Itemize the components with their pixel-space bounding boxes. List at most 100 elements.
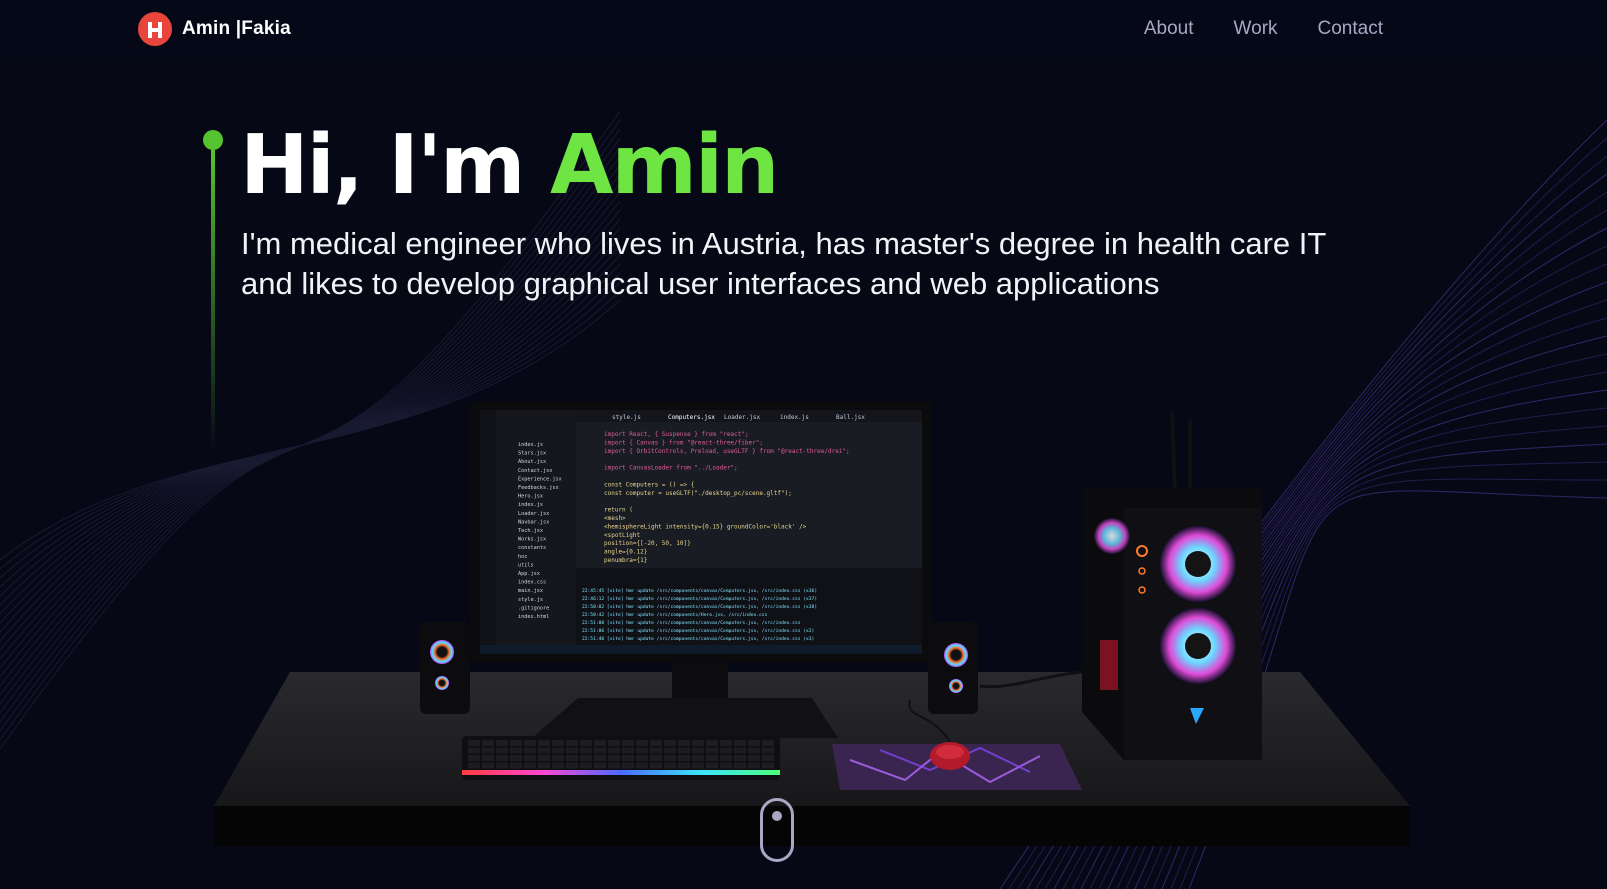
keyboard-key <box>650 755 662 761</box>
nav-about-link[interactable]: About <box>1144 18 1194 40</box>
keyboard-key <box>580 762 592 769</box>
editor-file-item: index.css <box>518 580 546 586</box>
keyboard-key <box>524 747 536 754</box>
scroll-dot-icon <box>772 811 782 821</box>
editor-file-item: Hero.jsx <box>518 494 543 500</box>
terminal-line: 22:45:45 [vite] hmr update /src/componen… <box>582 588 817 594</box>
keyboard-key <box>622 755 634 761</box>
keyboard-key <box>678 762 690 769</box>
keyboard-key <box>636 755 648 761</box>
keyboard-key <box>734 740 746 746</box>
terminal-line: 22:46:12 [vite] hmr update /src/componen… <box>582 596 817 602</box>
keyboard-key <box>762 755 774 761</box>
editor-file-item: App.jsx <box>518 571 540 577</box>
editor-code-line: import { OrbitControls, Preload, useGLTF… <box>604 448 850 455</box>
keyboard-key <box>538 747 550 754</box>
editor-code-line: penumbra={1} <box>604 557 647 564</box>
keyboard-key <box>538 740 550 746</box>
keyboard-key <box>622 762 634 769</box>
keyboard-key <box>678 740 690 746</box>
editor-file-item: .gitignore <box>518 605 549 611</box>
editor-tab: Loader.jsx <box>724 414 761 421</box>
editor-file-item: constants <box>518 545 546 551</box>
keyboard-key <box>510 747 522 754</box>
keyboard-key <box>552 755 564 761</box>
keyboard-key <box>734 762 746 769</box>
keyboard-key <box>636 747 648 754</box>
terminal-line: 22:51:40 [vite] hmr update /src/componen… <box>582 636 814 642</box>
left-speaker <box>420 622 470 714</box>
keyboard <box>462 736 780 780</box>
keyboard-key <box>664 762 676 769</box>
brand-link[interactable]: Amin |Fakia <box>138 12 291 46</box>
scroll-down-indicator[interactable] <box>760 798 794 862</box>
keyboard-key <box>706 747 718 754</box>
editor-file-item: Tech.jsx <box>518 528 543 534</box>
editor-file-item: Loader.jsx <box>518 511 549 517</box>
nav-contact-link[interactable]: Contact <box>1318 18 1383 40</box>
keyboard-key <box>692 747 704 754</box>
keyboard-key <box>664 747 676 754</box>
keyboard-key <box>580 740 592 746</box>
keyboard-key <box>510 762 522 769</box>
keyboard-key <box>692 740 704 746</box>
keyboard-key <box>496 740 508 746</box>
keyboard-key <box>608 755 620 761</box>
keyboard-key <box>482 747 494 754</box>
brand-name: Amin |Fakia <box>182 18 291 39</box>
keyboard-key <box>664 755 676 761</box>
keyboard-key <box>692 755 704 761</box>
keyboard-key <box>468 755 480 761</box>
editor-code-line: <hemisphereLight intensity={0.15} ground… <box>604 523 807 530</box>
keyboard-key <box>594 740 606 746</box>
editor-file-item: Stars.jsx <box>518 451 546 457</box>
keyboard-key <box>720 762 732 769</box>
keyboard-key <box>734 755 746 761</box>
keyboard-key <box>622 747 634 754</box>
keyboard-key <box>566 755 578 761</box>
terminal-line: 22:50:02 [vite] hmr update /src/componen… <box>582 604 817 610</box>
keyboard-key <box>622 740 634 746</box>
nav-links: About Work Contact <box>1144 18 1383 40</box>
keyboard-key <box>594 755 606 761</box>
editor-file-item: About.jsx <box>518 459 546 465</box>
editor-file-item: Navbar.jsx <box>518 519 549 525</box>
keyboard-key <box>496 755 508 761</box>
keyboard-key <box>580 755 592 761</box>
editor-file-item: index.js <box>518 442 543 448</box>
keyboard-key <box>538 755 550 761</box>
editor-code-line: import React, { Suspense } from "react"; <box>604 431 749 438</box>
editor-file-item: utils <box>518 562 534 568</box>
nav-work-link[interactable]: Work <box>1234 18 1278 40</box>
editor-file-item: style.js <box>518 597 543 603</box>
logo-mark-icon <box>138 12 172 46</box>
editor-tab: index.js <box>780 414 809 421</box>
keyboard-key <box>748 740 760 746</box>
desktop-pc-scene[interactable]: style.js Computers.jsx Loader.jsx index.js B… <box>0 0 1607 889</box>
keyboard-key <box>678 747 690 754</box>
keyboard-key <box>482 762 494 769</box>
keyboard-key <box>650 740 662 746</box>
keyboard-key <box>482 740 494 746</box>
terminal-line: 22:51:00 [vite] hmr update /src/componen… <box>582 620 801 626</box>
keyboard-key <box>636 762 648 769</box>
keyboard-key <box>468 747 480 754</box>
keyboard-key <box>552 762 564 769</box>
terminal-line: 22:50:42 [vite] hmr update /src/componen… <box>582 612 768 618</box>
keyboard-key <box>650 762 662 769</box>
keyboard-key <box>552 747 564 754</box>
keyboard-key <box>496 762 508 769</box>
keyboard-key <box>524 740 536 746</box>
keyboard-key <box>496 747 508 754</box>
keyboard-key <box>566 762 578 769</box>
keyboard-key <box>524 762 536 769</box>
right-speaker <box>928 622 978 714</box>
keyboard-key <box>594 747 606 754</box>
editor-file-item: index.js <box>518 502 543 508</box>
keyboard-key <box>762 762 774 769</box>
editor-file-item: Experience.jsx <box>518 476 562 482</box>
keyboard-key <box>748 762 760 769</box>
editor-tab: Computers.jsx <box>668 414 715 421</box>
editor-code-line: import CanvasLoader from "../Loader"; <box>604 465 738 472</box>
keyboard-key <box>594 762 606 769</box>
